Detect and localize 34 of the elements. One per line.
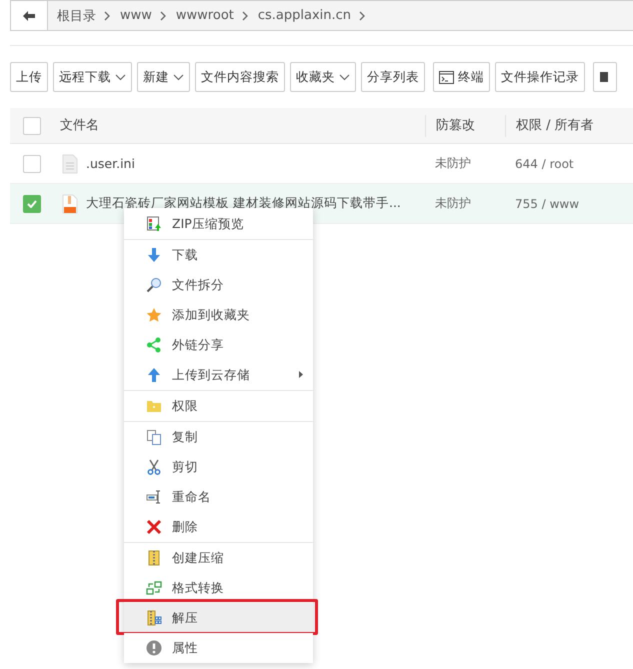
breadcrumb-item[interactable]: 根目录 bbox=[48, 6, 104, 24]
breadcrumb-item[interactable]: www bbox=[111, 8, 160, 23]
menu-item[interactable]: 添加到收藏夹 bbox=[124, 300, 313, 330]
breadcrumb-item[interactable]: wwwroot bbox=[166, 8, 242, 23]
file-name[interactable]: .user.ini bbox=[86, 156, 135, 171]
dropdown-button[interactable]: 新建 bbox=[137, 62, 190, 92]
permission-owner: 644 / root bbox=[514, 156, 575, 170]
menu-item[interactable]: 删除 bbox=[124, 512, 313, 542]
dropdown-button[interactable]: 收藏夹 bbox=[290, 62, 356, 92]
menu-item[interactable]: 下载 bbox=[124, 240, 313, 270]
breadcrumb-item[interactable]: cs.applaxin.cn bbox=[248, 8, 360, 23]
column-header[interactable]: 权限 / 所有者 bbox=[505, 114, 625, 136]
column-header[interactable]: 防篡改 bbox=[425, 114, 505, 136]
menu-item[interactable]: 上传到云存储 bbox=[124, 360, 313, 390]
menu-item[interactable]: ZIP压缩预览 bbox=[124, 209, 313, 239]
dropdown-button[interactable]: 远程下载 bbox=[53, 62, 132, 92]
menu-item[interactable]: 重命名 bbox=[124, 482, 313, 512]
permission-owner: 755 / www bbox=[514, 196, 580, 210]
toolbar-button[interactable]: 上传 bbox=[10, 62, 48, 92]
column-header[interactable]: 文件名 bbox=[50, 114, 425, 136]
protection-status: 未防护 bbox=[434, 155, 472, 172]
toolbar-button[interactable]: 文件操作记录 bbox=[495, 62, 585, 92]
menu-item[interactable]: 格式转换 bbox=[124, 573, 313, 603]
menu-item[interactable]: 创建压缩 bbox=[124, 543, 313, 573]
menu-item[interactable]: 剪切 bbox=[124, 452, 313, 482]
menu-item[interactable]: 外链分享 bbox=[124, 330, 313, 360]
protection-status: 未防护 bbox=[434, 195, 472, 212]
menu-item[interactable]: 文件拆分 bbox=[124, 270, 313, 300]
toolbar-button[interactable]: 分享列表 bbox=[361, 62, 425, 92]
terminal-button[interactable]: 终端 bbox=[433, 62, 490, 92]
menu-item[interactable]: 属性 bbox=[124, 633, 313, 663]
toolbar-button[interactable]: 文件内容搜索 bbox=[195, 62, 285, 92]
menu-item[interactable]: 权限 bbox=[124, 391, 313, 421]
menu-item[interactable]: 复制 bbox=[124, 422, 313, 452]
